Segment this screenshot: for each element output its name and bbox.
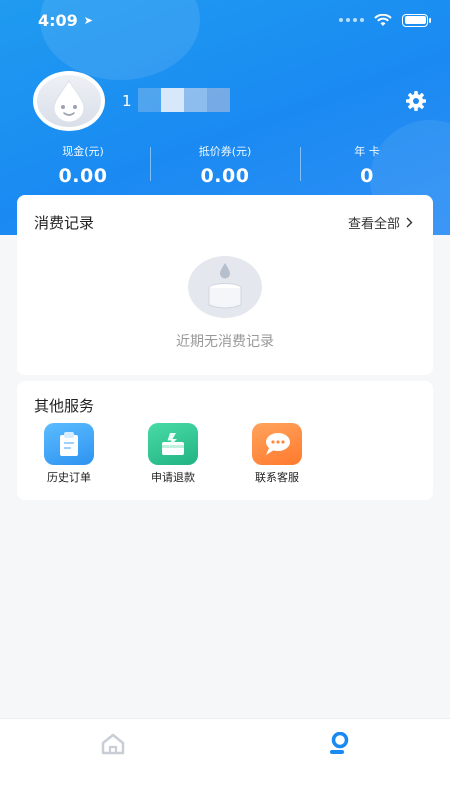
signal-icon	[339, 18, 364, 22]
empty-records-illustration	[188, 256, 262, 318]
service-contact-support[interactable]: 联系客服	[242, 423, 312, 485]
avatar[interactable]	[33, 71, 105, 131]
stat-cash[interactable]: 现金(元) 0.00	[8, 143, 158, 187]
stat-value: 0.00	[200, 165, 250, 187]
service-label: 联系客服	[255, 471, 299, 484]
status-time: 4:09	[38, 10, 78, 30]
tab-home[interactable]	[93, 727, 133, 761]
water-drop-mascot-icon	[53, 80, 85, 123]
gear-icon[interactable]	[404, 89, 428, 113]
view-all-label: 查看全部	[347, 217, 400, 232]
records-title: 消费记录	[34, 214, 95, 232]
other-services-card: 其他服务 历史订单 申请退款 联系客服	[17, 381, 433, 500]
view-all-link[interactable]: 查看全部	[348, 213, 413, 232]
tab-profile[interactable]	[318, 727, 358, 761]
status-bar: 4:09 ➤	[0, 0, 450, 40]
stat-value: 0.00	[58, 165, 108, 187]
home-icon	[101, 733, 125, 755]
service-label: 历史订单	[47, 471, 91, 484]
service-order-history[interactable]: 历史订单	[34, 423, 104, 485]
stat-value: 0	[360, 165, 374, 187]
battery-icon	[402, 13, 431, 27]
bottom-tab-bar	[0, 718, 450, 800]
redacted-user-id	[138, 88, 230, 112]
services-title: 其他服务	[34, 397, 95, 415]
stat-label: 抵价券(元)	[198, 145, 252, 158]
chevron-right-icon	[406, 217, 413, 228]
wifi-icon	[374, 13, 392, 26]
service-label: 申请退款	[151, 471, 195, 484]
stat-label: 现金(元)	[62, 145, 104, 158]
stat-label: 年 卡	[354, 145, 380, 158]
empty-records-text: 近期无消费记录	[176, 334, 274, 350]
chat-bubble-icon	[252, 423, 302, 465]
location-arrow-icon: ➤	[83, 13, 94, 27]
stat-annual-card[interactable]: 年 卡 0	[292, 143, 442, 187]
clipboard-icon	[44, 423, 94, 465]
refund-icon	[148, 423, 198, 465]
stat-voucher[interactable]: 抵价券(元) 0.00	[150, 143, 300, 187]
consumption-records-card: 消费记录 查看全部 近期无消费记录	[17, 195, 433, 375]
profile-icon	[330, 732, 349, 754]
user-id: 1	[122, 92, 132, 110]
service-refund-request[interactable]: 申请退款	[138, 423, 208, 485]
